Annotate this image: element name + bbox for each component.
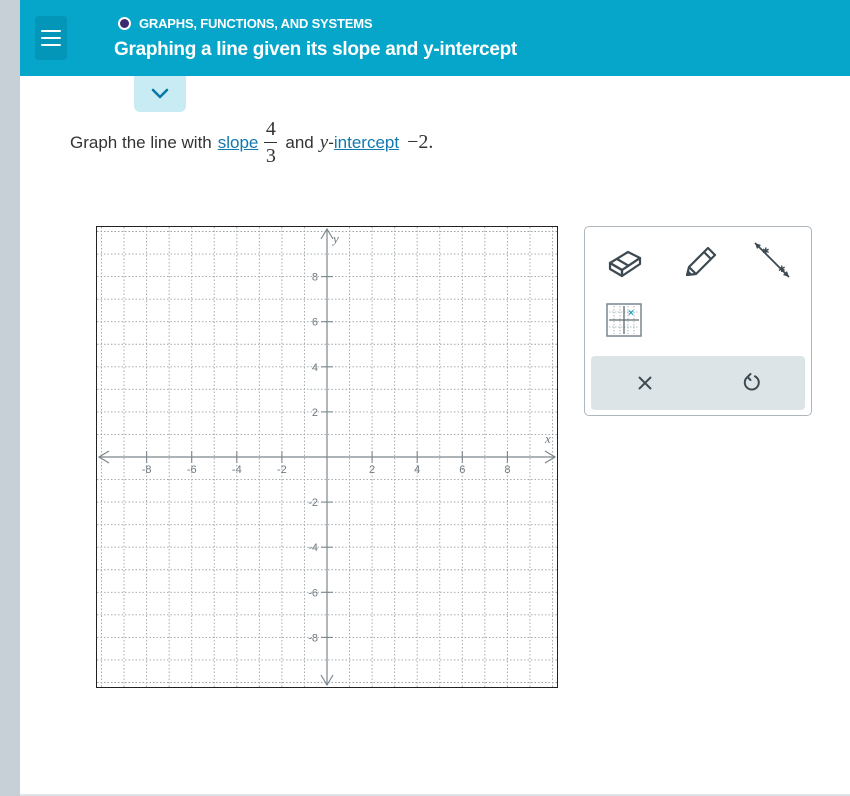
svg-text:×: × bbox=[628, 308, 634, 319]
svg-text:✱: ✱ bbox=[762, 246, 770, 256]
x-tick-label: -6 bbox=[187, 464, 197, 476]
x-tick-label: 2 bbox=[369, 464, 375, 476]
y-tick-label: 2 bbox=[312, 407, 318, 419]
undo-icon bbox=[743, 373, 760, 391]
point-grid-icon: × bbox=[606, 303, 642, 337]
topic-row: GRAPHS, FUNCTIONS, AND SYSTEMS bbox=[118, 16, 373, 31]
y-tick-label: -4 bbox=[308, 542, 318, 554]
x-tick-label: 8 bbox=[504, 464, 510, 476]
undo-button[interactable] bbox=[698, 356, 805, 410]
toolbox: ✱ ✱ × bbox=[584, 226, 812, 416]
intercept-value: −2. bbox=[407, 131, 434, 153]
topic-status-icon bbox=[118, 17, 131, 30]
slope-fraction: 4 3 bbox=[264, 118, 278, 167]
menu-icon-bar bbox=[41, 37, 61, 39]
lesson-title: Graphing a line given its slope and y-in… bbox=[114, 39, 517, 60]
line-tool-icon: ✱ ✱ bbox=[754, 242, 790, 278]
slope-numerator: 4 bbox=[265, 118, 276, 140]
y-tick-label: -8 bbox=[308, 632, 318, 644]
close-icon bbox=[637, 376, 652, 390]
y-axis-label: y bbox=[331, 231, 339, 246]
expand-button[interactable] bbox=[134, 76, 186, 112]
y-tick-label: -2 bbox=[308, 497, 318, 509]
menu-button[interactable] bbox=[35, 16, 67, 60]
menu-icon-bar bbox=[41, 44, 61, 46]
x-axis-label: x bbox=[544, 431, 551, 446]
toolbox-actions bbox=[591, 356, 805, 410]
pencil-tool[interactable] bbox=[680, 242, 722, 285]
y-tick-label: 8 bbox=[312, 272, 318, 284]
graph-area[interactable]: -8 -6 -4 -2 2 4 6 8 8 6 4 2 -2 -4 -6 -8 x y bbox=[96, 226, 558, 688]
left-rail bbox=[0, 0, 20, 796]
eraser-icon bbox=[608, 250, 642, 278]
x-tick-label: -4 bbox=[232, 464, 242, 476]
menu-icon-bar bbox=[41, 30, 61, 32]
x-tick-label: -2 bbox=[277, 464, 287, 476]
y-variable: y bbox=[319, 131, 329, 153]
eraser-tool[interactable] bbox=[605, 245, 645, 284]
slope-link[interactable]: slope bbox=[218, 133, 259, 153]
fraction-bar bbox=[264, 142, 278, 143]
question-text: Graph the line with slope 4 3 and y - in… bbox=[70, 118, 433, 167]
point-tool[interactable]: × bbox=[606, 303, 642, 342]
y-tick-label: 6 bbox=[312, 317, 318, 329]
and-text: and bbox=[285, 132, 314, 152]
svg-text:✱: ✱ bbox=[778, 264, 786, 274]
y-tick-label: 4 bbox=[312, 362, 318, 374]
topic-label: GRAPHS, FUNCTIONS, AND SYSTEMS bbox=[139, 16, 373, 31]
question-prefix: Graph the line with bbox=[70, 132, 212, 152]
chevron-down-icon bbox=[151, 88, 169, 99]
x-tick-label: 6 bbox=[459, 464, 465, 476]
intercept-link[interactable]: intercept bbox=[334, 133, 399, 153]
line-tool[interactable]: ✱ ✱ bbox=[751, 239, 793, 286]
pencil-icon bbox=[685, 246, 717, 277]
clear-button[interactable] bbox=[591, 356, 698, 410]
x-tick-label: 4 bbox=[414, 464, 420, 476]
coordinate-plane[interactable]: -8 -6 -4 -2 2 4 6 8 8 6 4 2 -2 -4 -6 -8 x y bbox=[97, 227, 557, 687]
y-tick-label: -6 bbox=[308, 587, 318, 599]
slope-denominator: 3 bbox=[265, 145, 276, 167]
lesson-header bbox=[20, 0, 850, 76]
x-tick-label: -8 bbox=[142, 464, 152, 476]
